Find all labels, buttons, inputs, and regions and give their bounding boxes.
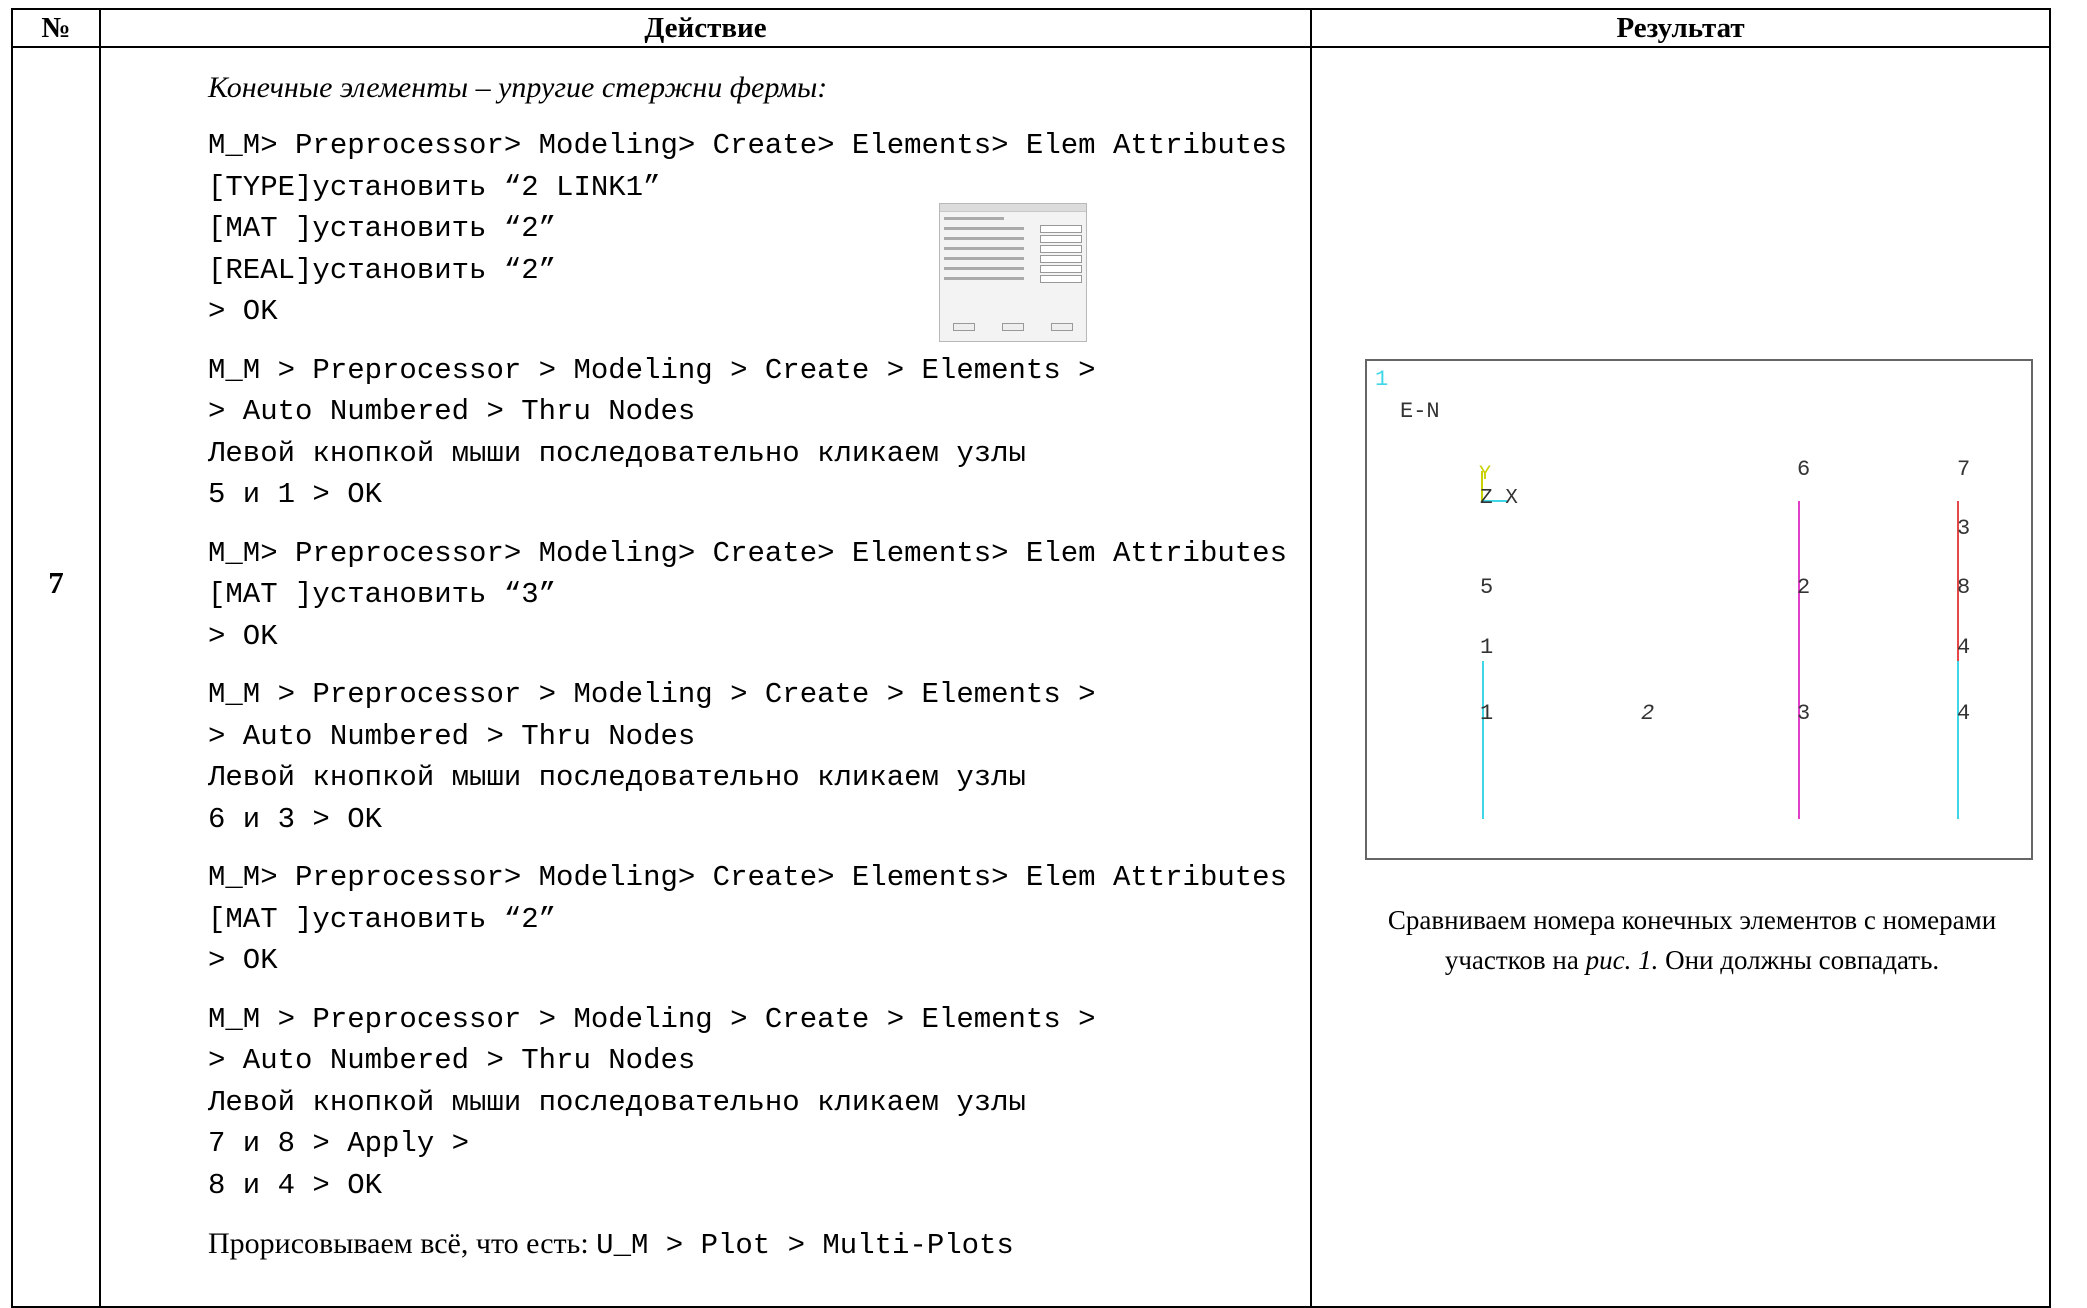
action-cell: Конечные элементы – упругие стержни ферм… [99,46,1312,1308]
block-2-line: 5 и 1 > OK [208,478,383,511]
header-result: Результат [1310,8,2051,48]
block-2: M_M > Preprocessor > Modeling > Create >… [208,350,1310,516]
block-4: M_M > Preprocessor > Modeling > Create >… [208,674,1310,840]
block-6-line: 7 и 8 > Apply > [208,1127,470,1160]
block-3-line: > OK [208,619,278,653]
result-caption: Сравниваем номера конечных элементов с н… [1342,900,2042,980]
block-3-line: M_M> Preprocessor> Modeling> Create> Ele… [208,536,1287,570]
block-6-line: M_M > Preprocessor > Modeling > Create >… [208,1002,1096,1036]
plot-instruction: Прорисовываем всё, что есть: U_M > Plot … [208,1224,1310,1266]
caption-figure-ref: рис. 1. [1585,945,1659,975]
plot-instruction-command: U_M > Plot > Multi-Plots [596,1229,1014,1262]
block-1-line: [REAL]установить “2” [208,253,557,287]
element-3-label: 3 [1957,516,1970,541]
block-6-line: > Auto Numbered > Thru Nodes [208,1044,696,1077]
block-1-line: [TYPE]установить “2 LINK1” [208,170,661,204]
step-number: 7 [11,46,101,1308]
node-7-label: 7 [1957,457,1970,482]
header-row: № Действие Результат [11,8,2051,48]
header-action: Действие [99,8,1312,48]
plot-instruction-text: Прорисовываем всё, что есть: [208,1227,597,1260]
block-5-line: > OK [208,944,278,977]
triad-y-label: Y [1479,463,1491,486]
block-1-line: [MAT ]установить “2” [208,212,557,245]
block-6-line: Левой кнопкой мыши последовательно клика… [208,1085,1026,1119]
node-5-label: 5 [1480,575,1493,600]
node-4-label: 4 [1957,701,1970,726]
block-1-line: M_M> Preprocessor> Modeling> Create> Ele… [208,129,1287,162]
node-8-label: 8 [1957,575,1970,600]
block-5-line: [MAT ]установить “2” [208,902,557,936]
block-5-line: M_M> Preprocessor> Modeling> Create> Ele… [208,861,1287,894]
triad-zx-label: Z X [1480,487,1518,510]
block-2-line: > Auto Numbered > Thru Nodes [208,395,696,428]
plot-label: E-N [1400,399,1440,424]
instruction-table: № Действие Результат 7 Конечные элементы… [11,8,2051,1308]
block-1-line: > OK [208,295,278,328]
block-6-line: 8 и 4 > OK [208,1168,383,1202]
caption-text-end: Они должны совпадать. [1658,945,1940,975]
element-2-label: 2 [1797,575,1810,600]
block-4-line: > Auto Numbered > Thru Nodes [208,719,696,753]
block-6: M_M > Preprocessor > Modeling > Create >… [208,999,1310,1207]
block-3-line: [MAT ]установить “3” [208,578,557,611]
intro-text: Конечные элементы – упругие стержни ферм… [208,71,828,104]
block-4-line: 6 и 3 > OK [208,802,383,836]
header-num: № [11,8,101,48]
block-4-line: M_M > Preprocessor > Modeling > Create >… [208,678,1096,711]
element-1-label: 1 [1480,635,1493,660]
block-3: M_M> Preprocessor> Modeling> Create> Ele… [208,533,1310,658]
elements-plot-svg: 1 E-N Y Z X 1 2 3 4 5 6 7 8 1 2 3 4 [1375,367,1970,819]
block-2-line: Левой кнопкой мыши последовательно клика… [208,436,1026,470]
node-3-label: 3 [1797,701,1810,726]
node-2-label: 2 [1641,701,1654,726]
block-4-line: Левой кнопкой мыши последовательно клика… [208,761,1026,794]
block-1: M_M> Preprocessor> Modeling> Create> Ele… [208,125,1310,333]
element-4-label: 4 [1957,635,1970,660]
elements-plot: 1 E-N Y Z X 1 2 3 4 5 6 7 8 1 2 3 4 [1365,359,2033,860]
node-6-label: 6 [1797,457,1810,482]
window-number: 1 [1375,367,1388,392]
elem-attributes-dialog-thumbnail [939,203,1087,342]
result-cell: 1 E-N Y Z X 1 2 3 4 5 6 7 8 1 2 3 4 Срав… [1310,46,2051,1308]
node-1-label: 1 [1480,701,1493,726]
block-2-line: M_M > Preprocessor > Modeling > Create >… [208,353,1096,387]
step-row: 7 Конечные элементы – упругие стержни фе… [11,46,2051,1308]
block-5: M_M> Preprocessor> Modeling> Create> Ele… [208,857,1310,982]
